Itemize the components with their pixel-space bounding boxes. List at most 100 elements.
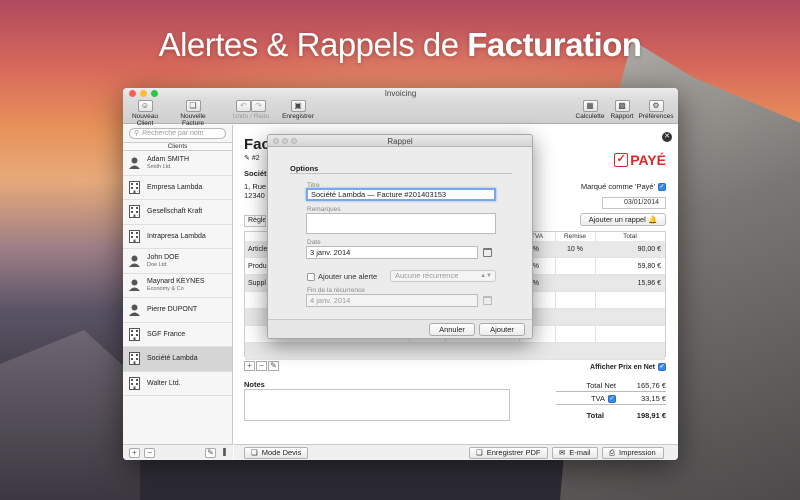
show-net-prices-checkbox[interactable]: ✓ <box>658 363 666 371</box>
calendar-icon[interactable] <box>483 248 492 257</box>
remove-line-button[interactable]: − <box>256 361 267 371</box>
client-item[interactable]: Pierre DUPONT <box>123 298 232 323</box>
cell-total: 59,80 € <box>637 263 661 270</box>
add-client-button[interactable]: + <box>129 448 140 458</box>
client-item[interactable]: Maynard KEYNES Economy & Co <box>123 274 232 298</box>
total-value: 198,91 € <box>636 411 666 420</box>
quote-mode-button[interactable]: ❏ Mode Devis <box>244 447 309 459</box>
show-net-prices-row: Afficher Prix en Net ✓ <box>590 363 666 371</box>
reminder-title-input[interactable]: Société Lambda — Facture #201403153 <box>306 188 496 201</box>
cancel-button[interactable]: Annuler <box>429 323 475 336</box>
paid-stamp-text: PAYÉ <box>630 152 666 168</box>
invoice-date-field[interactable]: 03/01/2014 <box>602 197 666 209</box>
preferences-label: Préférences <box>638 113 674 120</box>
client-text: SGF France <box>147 331 185 338</box>
window-title: Invoicing <box>384 89 417 98</box>
building-icon <box>129 352 140 366</box>
building-icon <box>129 327 140 341</box>
col-header-remise: Remise <box>563 233 587 240</box>
marked-paid-row: Marqué comme 'Payé' ✓ <box>581 182 666 191</box>
paid-stamp: ✓ PAYÉ <box>614 152 666 168</box>
dialog-titlebar: Rappel <box>268 135 532 147</box>
redo-icon[interactable]: ↷ <box>251 100 266 112</box>
invoice-number-row: ✎ #2 <box>244 154 260 162</box>
quote-mode-label: Mode Devis <box>261 448 302 457</box>
calculator-label: Calculette <box>575 113 605 120</box>
bell-icon: 🔔 <box>647 215 658 224</box>
add-alert-checkbox[interactable] <box>307 272 315 281</box>
calculator-button[interactable]: ▦ Calculette <box>573 100 607 120</box>
preferences-button[interactable]: ⚙ Préférences <box>637 100 675 120</box>
calendar-icon[interactable] <box>483 296 492 305</box>
person-icon <box>129 279 140 292</box>
table-row[interactable] <box>245 343 665 360</box>
dialog-title: Rappel <box>387 137 413 146</box>
add-alert-label: Ajouter une alerte <box>318 272 378 281</box>
calculator-icon: ▦ <box>582 100 598 112</box>
invoice-number: #2 <box>251 155 260 162</box>
pdf-icon: ❏ <box>476 448 483 457</box>
total-label: Total <box>586 411 604 420</box>
client-name: Adam SMITH <box>147 155 190 163</box>
remarks-textarea[interactable] <box>306 213 496 234</box>
client-text: Gesellschaft Kraft <box>147 208 202 215</box>
window-titlebar: Invoicing <box>123 88 678 99</box>
client-item[interactable]: John DOE Doe Ltd. <box>123 249 232 274</box>
save-pdf-button[interactable]: ❏ Enregistrer PDF <box>469 447 548 459</box>
save-icon: ▣ <box>290 100 306 112</box>
client-list: Adam SMITH Smith Ltd. Empresa Lambda Gesell… <box>123 151 232 396</box>
payment-field[interactable]: Règle <box>244 215 266 227</box>
headline-light: Alertes & Rappels de <box>158 26 460 63</box>
client-text: Empresa Lambda <box>147 184 202 191</box>
columns-icon[interactable]: ❚ <box>219 448 230 458</box>
client-item[interactable]: Adam SMITH Smith Ltd. <box>123 151 232 176</box>
client-name: Société Lambda <box>147 355 198 363</box>
print-button[interactable]: ⎙ Impression <box>602 447 664 459</box>
save-button[interactable]: ▣ Enregistrer <box>281 100 315 120</box>
client-name: Intrapresa Lambda <box>147 232 206 240</box>
person-icon <box>129 156 140 169</box>
remarks-field-label: Remarques <box>307 206 341 213</box>
recurrence-select[interactable]: Aucune récurrence ▲▼ <box>390 270 496 282</box>
remove-client-button[interactable]: − <box>144 448 155 458</box>
document-icon: ❏ <box>185 100 201 112</box>
client-company: Smith Ltd. <box>147 163 172 170</box>
add-line-button[interactable]: + <box>244 361 255 371</box>
close-icon[interactable]: ✕ <box>662 132 672 142</box>
undo-redo-control[interactable]: ↶ ↷ Undo / Redo <box>227 100 275 120</box>
client-item[interactable]: SGF France <box>123 323 232 347</box>
undo-icon[interactable]: ↶ <box>236 100 251 112</box>
report-button[interactable]: ▩ Rapport <box>608 100 636 120</box>
marked-paid-checkbox[interactable]: ✓ <box>658 182 666 191</box>
tva-checkbox[interactable]: ✓ <box>608 394 616 403</box>
client-item[interactable]: Walter Ltd. <box>123 372 232 396</box>
client-item[interactable]: Empresa Lambda <box>123 176 232 200</box>
date-field-label: Date <box>307 239 321 246</box>
reminder-date-input[interactable]: 3 janv. 2014 <box>306 246 478 259</box>
client-address-line2: 12340 <box>244 191 265 200</box>
edit-icon[interactable]: ✎ <box>244 155 250 162</box>
tva-label: TVA <box>590 394 605 403</box>
client-item[interactable]: Intrapresa Lambda <box>123 225 232 249</box>
new-client-button[interactable]: ☺ Nouveau Client <box>126 100 164 127</box>
print-label: Impression <box>619 448 656 457</box>
checkmark-icon: ✓ <box>614 153 629 167</box>
total-net-label: Total Net <box>586 381 616 390</box>
edit-line-button[interactable]: ✎ <box>268 361 279 371</box>
search-input[interactable]: ⚲ Recherche par nom <box>129 128 226 139</box>
notes-textarea[interactable] <box>244 389 510 421</box>
email-button[interactable]: ✉ E-mail <box>552 447 598 459</box>
new-invoice-button[interactable]: ❏ Nouvelle Facture <box>172 100 214 127</box>
building-icon <box>129 205 140 219</box>
client-item[interactable]: Gesellschaft Kraft <box>123 200 232 225</box>
envelope-icon: ✉ <box>559 448 566 457</box>
add-button[interactable]: Ajouter <box>479 323 525 336</box>
options-divider <box>290 173 512 174</box>
client-item[interactable]: Société Lambda <box>123 347 232 372</box>
add-alert-row: Ajouter une alerte <box>307 272 377 281</box>
cell-total: 15,96 € <box>637 280 661 287</box>
recurrence-value: Aucune récurrence <box>395 271 459 280</box>
recurrence-end-input[interactable]: 4 janv. 2014 <box>306 294 478 307</box>
add-reminder-button[interactable]: Ajouter un rappel 🔔 <box>580 213 666 226</box>
edit-client-button[interactable]: ✎ <box>205 448 216 458</box>
